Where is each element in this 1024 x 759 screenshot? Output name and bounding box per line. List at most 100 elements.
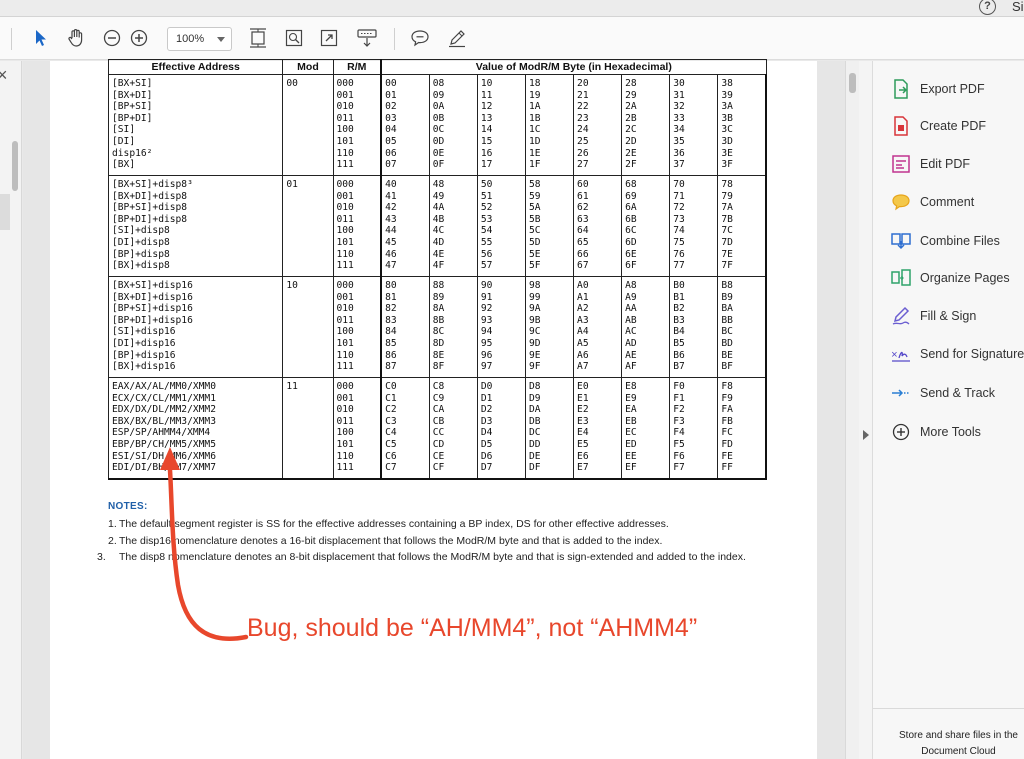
hex-value-cell-line: 05 — [385, 135, 397, 147]
hex-value-cell-line: AC — [625, 326, 637, 338]
effective-address-cell-line: [SI]+disp16 — [112, 326, 176, 338]
hex-value-cell-line: E6 — [577, 450, 589, 462]
hex-value-cell-line: D6 — [480, 450, 493, 462]
tool-organize-pages[interactable]: Organize Pages — [891, 267, 1010, 289]
tool-more-tools[interactable]: More Tools — [891, 421, 981, 443]
hex-value-cell-line: FB — [721, 415, 733, 427]
comment-icon[interactable] — [409, 23, 431, 53]
hex-value-cell-line: 4F — [432, 260, 445, 272]
document-scrollbar[interactable] — [845, 61, 859, 759]
hex-value-cell-line: C1 — [385, 392, 397, 404]
zoom-out-icon[interactable] — [102, 23, 122, 53]
fit-page-icon[interactable] — [247, 23, 269, 53]
hex-value-cell-line: E8 — [625, 381, 637, 392]
hex-value-cell: C8 C9 CA CB CC CD CE CF — [428, 377, 478, 480]
hex-value-cell-line: 0A — [432, 101, 445, 113]
tool-edit-pdf[interactable]: Edit PDF — [891, 153, 970, 175]
hex-value-cell: 90 91 92 93 94 95 96 97 — [476, 276, 526, 378]
table-row: [BX+SI] [BX+DI] [BP+SI] [BP+DI] [SI] [DI] disp… — [107, 74, 768, 176]
table-row: EAX/AX/AL/MM0/XMM0 ECX/CX/CL/MM1/XMM1 EDX/… — [107, 377, 768, 480]
annotation-text: Bug, should be “AH/MM4”, not “AHMM4” — [247, 614, 698, 642]
tool-fill-sign[interactable]: Fill & Sign — [891, 305, 976, 327]
tools-pane-toggle[interactable] — [859, 61, 873, 759]
send-track-icon — [891, 383, 911, 403]
hex-value-cell-line: 42 — [385, 202, 397, 214]
pen-icon[interactable] — [446, 23, 468, 53]
hex-value-cell-line: 79 — [721, 190, 733, 202]
hex-value-cell-line: DF — [528, 462, 541, 474]
note-text: The default segment register is SS for t… — [119, 518, 669, 530]
hex-value-cell-line: 39 — [721, 89, 733, 101]
hex-value-cell-line: 25 — [577, 135, 589, 147]
hex-value-cell-line: 2A — [625, 101, 637, 113]
hex-value-cell-line: 6F — [625, 260, 637, 272]
tool-create-pdf[interactable]: Create PDF — [891, 115, 986, 137]
hex-value-cell-line: 4E — [432, 248, 445, 260]
hex-value-cell-line: 6C — [625, 225, 637, 237]
left-scrollbar[interactable] — [12, 141, 18, 191]
close-icon[interactable]: × — [0, 65, 8, 86]
hex-value-cell-line: D9 — [528, 392, 541, 404]
note-text: The disp8 nomenclature denotes an 8-bit … — [119, 551, 746, 563]
rm-cell-line: 001 — [336, 392, 354, 404]
cloud-message: Store and share files in the Document Cl… — [899, 730, 1018, 757]
hex-value-cell-line: 40 — [385, 179, 397, 190]
tool-combine-files[interactable]: Combine Files — [891, 230, 1000, 252]
effective-address-cell-line: [BX+DI] — [112, 89, 153, 101]
hex-value-cell-line: 15 — [480, 135, 493, 147]
rm-cell-line: 000 — [336, 179, 354, 190]
note-item: 1. The default segment register is SS for… — [108, 517, 778, 532]
hex-value-cell-line: 46 — [385, 248, 397, 260]
tool-send-for-signature[interactable]: × Send for Signature — [891, 343, 1024, 365]
marquee-zoom-icon[interactable] — [283, 23, 305, 53]
hex-value-cell-line: B1 — [673, 291, 685, 303]
rm-cell-line: 011 — [336, 314, 354, 326]
full-screen-icon[interactable] — [318, 23, 340, 53]
rm-cell-line: 111 — [336, 159, 354, 171]
hex-value-cell-line: EF — [625, 462, 637, 474]
hex-value-cell-line: 71 — [673, 190, 685, 202]
tool-send-track[interactable]: Send & Track — [891, 382, 995, 404]
hex-value-cell-line: 98 — [528, 280, 541, 291]
hex-value-cell-line: 9F — [528, 361, 541, 373]
effective-address-cell-line: EBX/BX/BL/MM3/XMM3 — [112, 415, 216, 427]
hex-value-cell: F8 F9 FA FB FC FD FE FF — [717, 377, 768, 480]
hand-icon[interactable] — [64, 23, 88, 53]
zoom-select[interactable]: 100% — [167, 27, 232, 51]
sign-in-link[interactable]: Si — [1012, 0, 1024, 14]
hex-value-cell-line: 1B — [528, 112, 541, 124]
hex-value-cell-line: 9D — [528, 337, 541, 349]
select-arrow-icon[interactable] — [31, 23, 51, 53]
hex-value-cell-line: B3 — [673, 314, 685, 326]
tool-label: More Tools — [920, 425, 981, 439]
hex-value-cell-line: A2 — [577, 303, 589, 315]
tool-label: Fill & Sign — [920, 309, 977, 323]
hex-value-cell-line: 60 — [577, 179, 589, 190]
keyboard-scroll-icon[interactable] — [355, 23, 379, 53]
table-row: [BX+SI]+disp8³ [BX+DI]+disp8 [BP+SI]+disp8… — [107, 175, 768, 277]
hex-value-cell-line: DE — [528, 450, 541, 462]
help-icon[interactable]: ? — [979, 0, 996, 15]
navigation-pane: × — [0, 61, 22, 759]
effective-address-cell-line: [BX+DI]+disp16 — [112, 291, 193, 303]
collapse-tools-icon[interactable] — [863, 430, 869, 440]
hex-value-cell-line: 49 — [432, 190, 445, 202]
hex-value-cell-line: 67 — [577, 260, 589, 272]
scrollbar-thumb[interactable] — [849, 73, 856, 93]
hex-value-cell-line: A7 — [577, 361, 589, 373]
effective-address-cell-line: [SI]+disp8 — [112, 225, 170, 237]
zoom-in-icon[interactable] — [129, 23, 149, 53]
rm-cell-line: 001 — [336, 291, 354, 303]
tool-comment[interactable]: Comment — [891, 191, 974, 213]
hex-value-cell-line: 29 — [625, 89, 637, 101]
hex-value-cell-line: 92 — [480, 303, 493, 315]
hex-value-cell-line: 97 — [480, 361, 493, 373]
rm-cell-line: 100 — [336, 427, 354, 439]
comment-icon — [891, 192, 911, 212]
hex-value-cell-line: 1E — [528, 147, 541, 159]
hex-value-cell-line: CF — [432, 462, 445, 474]
edit-pdf-icon — [891, 154, 911, 174]
tool-export-pdf[interactable]: Export PDF — [891, 78, 985, 100]
hex-value-cell-line: 44 — [385, 225, 397, 237]
hex-value-cell-line: A6 — [577, 349, 589, 361]
